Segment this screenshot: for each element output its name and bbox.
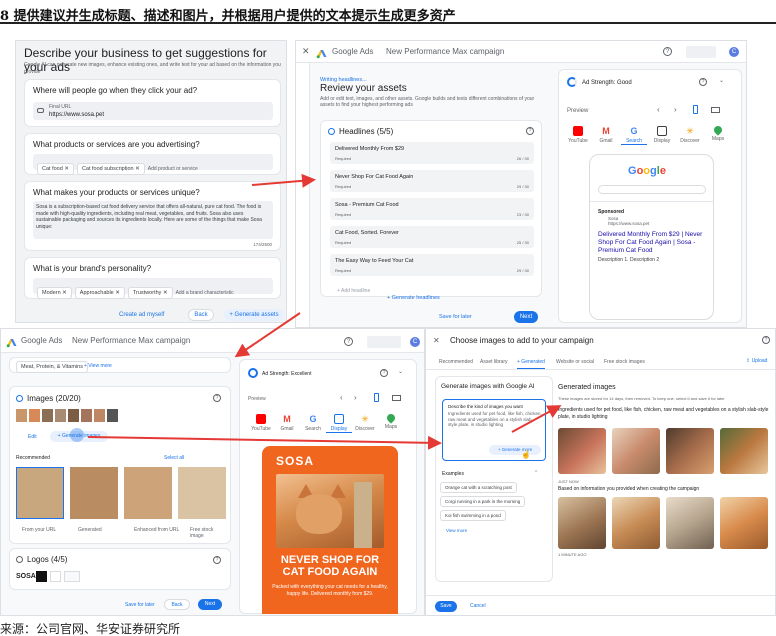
page: 8 提供建议并生成标题、描述和图片，并根据用户提供的文本提示生成更多资产 Des…: [0, 0, 776, 636]
arrow-to-choose: [87, 435, 442, 450]
arrow-to-generated: [511, 405, 562, 433]
source-note: 来源：公司官网、华安证券研究所: [0, 622, 181, 636]
arrow-to-review: [251, 173, 316, 188]
arrow-to-images: [234, 312, 301, 358]
flow-arrows: [87, 173, 562, 450]
